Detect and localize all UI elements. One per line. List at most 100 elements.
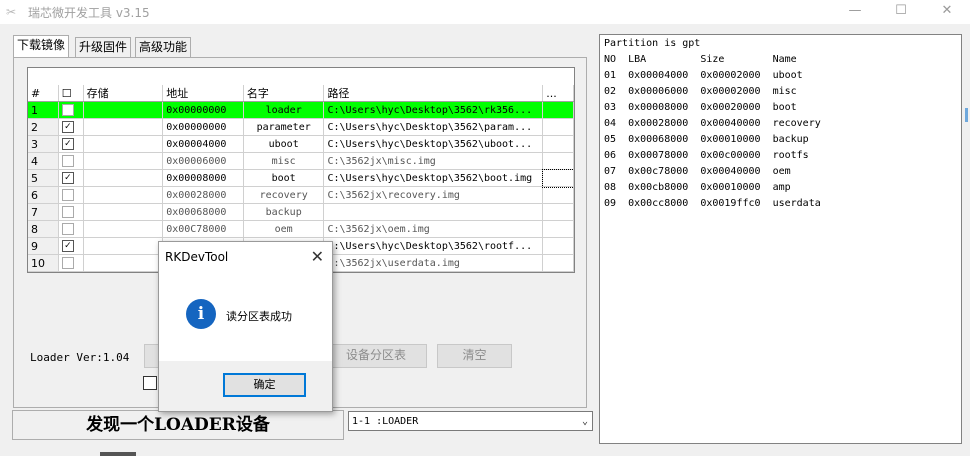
row-address: 0x00028000 [162, 186, 244, 204]
row-address: 0x00000000 [162, 118, 244, 136]
row-more[interactable] [542, 237, 574, 255]
row-checkbox[interactable]: ✓ [58, 118, 84, 136]
checkbox[interactable]: ✓ [61, 121, 74, 133]
row-more[interactable] [542, 254, 574, 272]
window-title: 瑞芯微开发工具 v3.15 [28, 6, 150, 20]
row-checkbox[interactable]: ✓ [58, 237, 84, 255]
row-number: 6 [28, 186, 59, 204]
dialog-ok-button[interactable]: 确定 [223, 373, 306, 397]
checkbox[interactable] [61, 257, 74, 269]
edge-indicator [965, 108, 968, 122]
row-path: C:\Users\hyc\Desktop\3562\boot.img [323, 169, 544, 187]
log-line: 01 0x00004000 0x00002000 uboot [604, 70, 803, 81]
col-header-name: 名字 [243, 85, 325, 102]
row-checkbox[interactable] [58, 254, 84, 272]
row-more[interactable] [542, 152, 574, 170]
col-header-num: # [28, 85, 59, 102]
row-address: 0x00068000 [162, 203, 244, 221]
row-more[interactable] [541, 168, 574, 188]
row-more[interactable] [542, 101, 574, 119]
row-address: 0x00C78000 [162, 220, 244, 238]
minimize-button[interactable]: — [832, 0, 878, 24]
row-storage [83, 169, 164, 187]
table-row[interactable]: 4 0x00006000 misc C:\3562jx\misc.img [28, 152, 574, 170]
row-checkbox[interactable] [58, 186, 84, 204]
log-line: 02 0x00006000 0x00002000 misc [604, 86, 797, 97]
row-storage [83, 101, 164, 119]
checkbox[interactable] [61, 155, 74, 167]
log-output[interactable]: Partition is gpt NO LBA Size Name 01 0x0… [599, 34, 962, 444]
tab-advanced[interactable]: 高级功能 [135, 37, 192, 58]
row-number: 8 [28, 220, 59, 238]
checkbox[interactable] [61, 206, 74, 218]
row-path [323, 203, 544, 221]
row-address: 0x00004000 [162, 135, 244, 153]
row-more[interactable] [542, 220, 574, 238]
row-number: 9 [28, 237, 59, 255]
log-line: 07 0x00c78000 0x00040000 oem [604, 166, 791, 177]
dialog-message: 读分区表成功 [226, 310, 292, 323]
row-path: C:\3562jx\userdata.img [323, 254, 544, 272]
tab-download-image[interactable]: 下载镜像 [13, 35, 70, 58]
row-storage [83, 203, 164, 221]
row-storage [83, 254, 164, 272]
table-row[interactable]: 3 ✓ 0x00004000 uboot C:\Users\hyc\Desktop\35… [28, 135, 574, 153]
maximize-button[interactable]: ☐ [878, 0, 924, 24]
col-header-check[interactable]: ☐ [58, 85, 84, 102]
checkbox[interactable] [61, 189, 74, 201]
log-line: 08 0x00cb8000 0x00010000 amp [604, 182, 791, 193]
row-path: C:\3562jx\recovery.img [323, 186, 544, 204]
row-checkbox[interactable] [58, 220, 84, 238]
table-row[interactable]: 2 ✓ 0x00000000 parameter C:\Users\hyc\Deskto… [28, 118, 574, 136]
row-more[interactable] [542, 135, 574, 153]
row-address: 0x00008000 [162, 169, 244, 187]
checkbox[interactable] [61, 223, 74, 235]
row-path: C:\Users\hyc\Desktop\3562\param... [323, 118, 544, 136]
checkbox[interactable] [61, 104, 74, 116]
checkbox[interactable]: ✓ [61, 240, 74, 252]
close-button[interactable]: ✕ [924, 0, 970, 24]
row-address: 0x00006000 [162, 152, 244, 170]
table-row[interactable]: 8 0x00C78000 oem C:\3562jx\oem.img [28, 220, 574, 238]
table-row[interactable]: 5 ✓ 0x00008000 boot C:\Users\hyc\Desktop\356… [28, 168, 574, 188]
row-storage [83, 135, 164, 153]
device-select[interactable]: 1-1 :LOADER ⌄ [348, 411, 593, 431]
row-checkbox[interactable] [58, 152, 84, 170]
log-columns: NO LBA Size Name [604, 54, 797, 65]
row-more[interactable] [542, 203, 574, 221]
row-path: C:\Users\hyc\Desktop\3562\rootf... [323, 237, 544, 255]
row-name: misc [243, 152, 325, 170]
app-icon: ✂ [6, 5, 17, 19]
log-line: 03 0x00008000 0x00020000 boot [604, 102, 797, 113]
table-row[interactable]: 7 0x00068000 backup [28, 203, 574, 221]
dialog-title: RKDevTool [165, 250, 229, 264]
row-number: 10 [28, 254, 59, 272]
checkbox[interactable]: ✓ [61, 172, 74, 184]
row-storage [83, 237, 164, 255]
row-more[interactable] [542, 118, 574, 136]
row-checkbox[interactable] [58, 203, 84, 221]
option-checkbox[interactable] [143, 376, 157, 390]
tab-upgrade-firmware[interactable]: 升级固件 [75, 37, 132, 58]
row-number: 4 [28, 152, 59, 170]
message-dialog: RKDevTool ✕ i 读分区表成功 确定 [158, 241, 333, 412]
row-checkbox[interactable]: ✓ [58, 135, 84, 153]
dialog-footer: 确定 [159, 361, 332, 411]
log-line: 04 0x00028000 0x00040000 recovery [604, 118, 821, 129]
row-storage [83, 118, 164, 136]
row-checkbox[interactable]: ✓ [58, 169, 84, 187]
row-name: parameter [243, 118, 325, 136]
checkbox[interactable]: ✓ [61, 138, 74, 150]
col-header-more: ... [542, 85, 574, 102]
dialog-close-icon[interactable]: ✕ [311, 247, 324, 266]
table-row[interactable]: 1 0x00000000 loader C:\Users\hyc\Desktop\35… [28, 101, 574, 119]
row-number: 7 [28, 203, 59, 221]
row-path: C:\3562jx\misc.img [323, 152, 544, 170]
row-address: 0x00000000 [162, 101, 244, 119]
clear-button[interactable]: 清空 [437, 344, 512, 368]
row-more[interactable] [542, 186, 574, 204]
table-row[interactable]: 6 0x00028000 recovery C:\3562jx\recovery.im… [28, 186, 574, 204]
device-partition-table-button[interactable]: 设备分区表 [325, 344, 427, 368]
row-name: uboot [243, 135, 325, 153]
row-checkbox[interactable] [58, 101, 84, 119]
